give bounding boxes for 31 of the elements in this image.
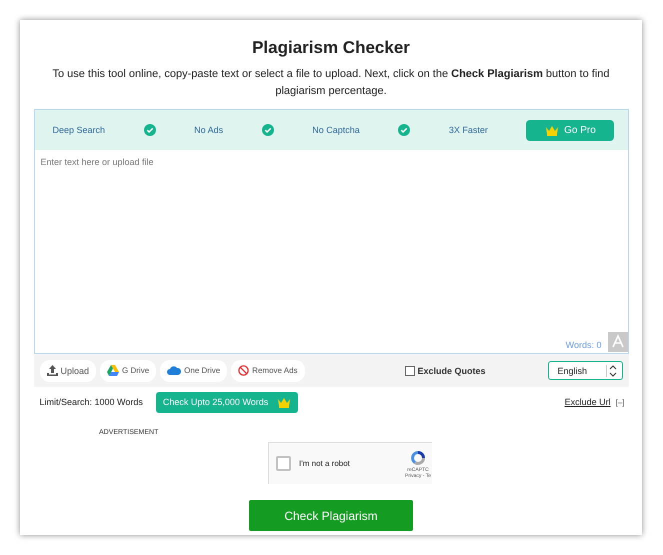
upload-icon (46, 365, 58, 376)
cloud-icon (167, 366, 182, 375)
font-size-icon[interactable] (608, 332, 628, 352)
crown-icon (545, 124, 560, 136)
feature-label: No Ads (194, 125, 224, 135)
remove-ads-button[interactable]: Remove Ads (231, 360, 305, 382)
drive-button[interactable]: One Drive (160, 360, 228, 382)
page-title: Plagiarism Checker (252, 38, 410, 58)
word-count: Words: 0 (566, 340, 602, 350)
drive-icon (107, 365, 120, 376)
exclude-url-link[interactable]: Exclude Url (564, 397, 611, 407)
updown-icon (606, 364, 618, 378)
intro-text: To use this tool online, copy-paste text or select a file to upload. Next, click on the Check Plagiarism button to find plagiarism percentage. (51, 67, 611, 99)
crown-icon (277, 396, 292, 408)
upload-button[interactable]: Upload (40, 360, 96, 382)
check-circle-icon (262, 124, 274, 136)
check-circle-icon (398, 124, 410, 136)
exclude-quotes-checkbox[interactable]: Exclude Quotes (404, 366, 486, 376)
limit-text: Limit/Search: 1000 Words (40, 397, 143, 407)
feature-label: Deep Search (52, 125, 106, 135)
check-plagiarism-button[interactable]: Check Plagiarism (249, 500, 413, 531)
captcha-label: I'm not a robot (299, 459, 350, 468)
captcha-checkbox[interactable] (276, 456, 291, 471)
feature-label: 3X Faster (448, 125, 488, 135)
check-circle-icon (144, 124, 156, 136)
feature-label: No Captcha (312, 125, 360, 135)
drive-button[interactable]: G Drive (100, 360, 156, 382)
language-select[interactable]: English (548, 361, 622, 380)
collapse-toggle[interactable]: [–] (616, 398, 624, 406)
no-ads-icon (238, 365, 250, 376)
recaptcha-icon (409, 448, 427, 466)
